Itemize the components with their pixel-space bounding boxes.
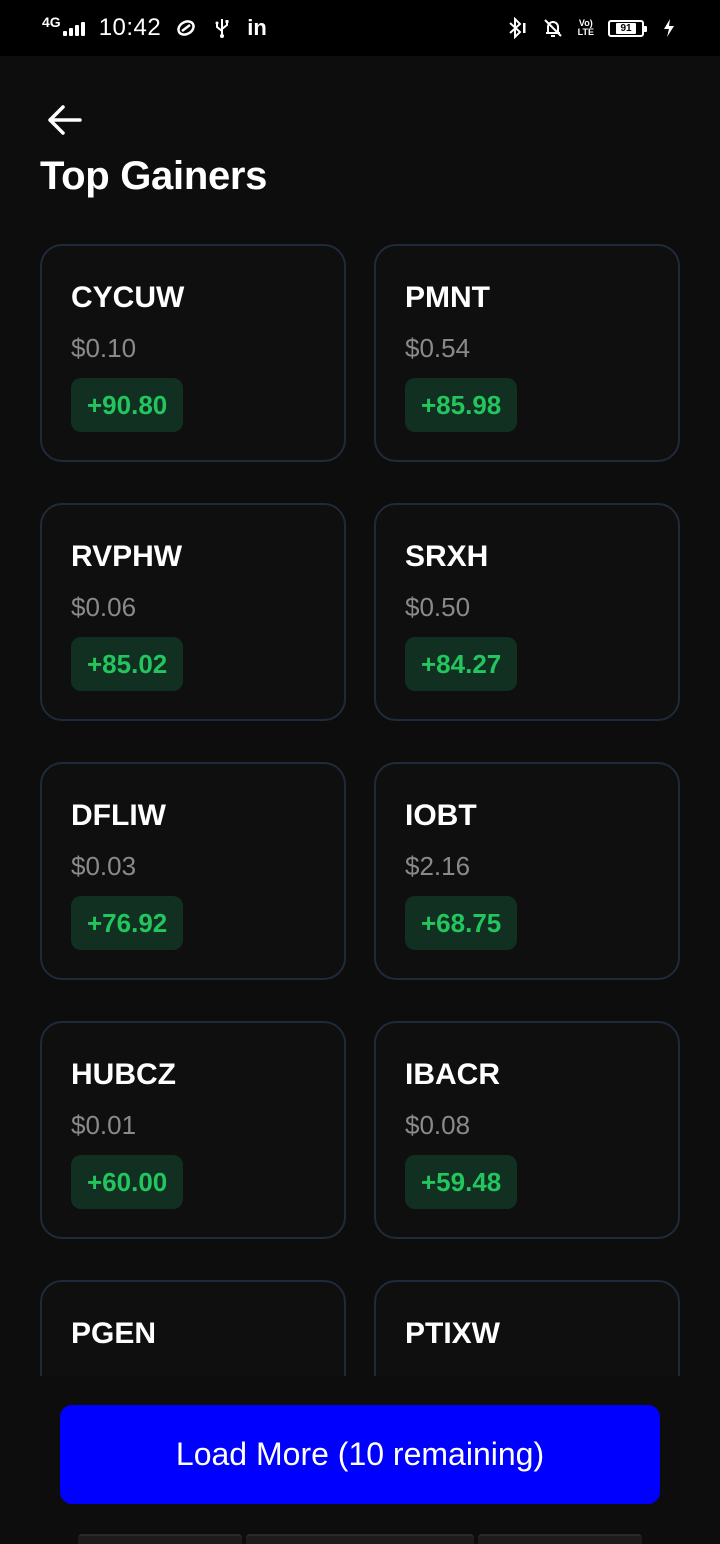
stock-price: $2.16 [405, 851, 471, 881]
change-badge: +60.00 [71, 1155, 184, 1209]
stock-price: $0.54 [405, 333, 471, 363]
stock-card[interactable]: PGEN [40, 1280, 346, 1376]
stock-price: $0.01 [71, 1110, 137, 1140]
stock-symbol: HUBCZ [71, 1058, 176, 1091]
status-bar: 4G 10:42 in Vo) LTE 91 [0, 0, 720, 56]
stock-price [405, 1368, 678, 1376]
arrow-left-icon [48, 105, 82, 135]
stock-symbol: PMNT [405, 281, 490, 314]
usb-icon [211, 17, 233, 39]
signal-icon [62, 20, 85, 36]
stock-card[interactable]: PTIXW [374, 1280, 680, 1376]
change-badge: +59.48 [405, 1155, 518, 1209]
charging-icon [658, 17, 680, 39]
change-badge: +68.75 [405, 896, 518, 950]
stock-price: $0.10 [71, 333, 137, 363]
change-badge: +85.02 [71, 637, 184, 691]
stock-symbol: DFLIW [71, 799, 166, 832]
stock-card[interactable]: SRXH $0.50 +84.27 [374, 503, 680, 721]
battery-level: 91 [616, 22, 636, 34]
stock-symbol: SRXH [405, 540, 489, 573]
change-badge: +84.27 [405, 637, 518, 691]
stock-price: $0.03 [71, 851, 137, 881]
bottom-nav-hint [78, 1534, 642, 1544]
stock-symbol: CYCUW [71, 281, 185, 314]
mute-bell-icon [542, 17, 564, 39]
load-more-button[interactable]: Load More (10 remaining) [60, 1405, 660, 1504]
app-notification-icon [175, 17, 197, 39]
stock-price: $0.06 [71, 592, 137, 622]
change-badge: +90.80 [71, 378, 184, 432]
network-type: 4G [42, 14, 61, 30]
back-button[interactable] [44, 100, 84, 140]
stock-symbol: IOBT [405, 799, 477, 832]
change-badge: +76.92 [71, 896, 184, 950]
volte-icon: Vo) LTE [577, 18, 594, 37]
stock-card[interactable]: RVPHW $0.06 +85.02 [40, 503, 346, 721]
page-title: Top Gainers [40, 154, 268, 198]
clock: 10:42 [98, 14, 162, 41]
stock-card[interactable]: DFLIW $0.03 +76.92 [40, 762, 346, 980]
stock-price [71, 1368, 344, 1376]
stock-card[interactable]: HUBCZ $0.01 +60.00 [40, 1021, 346, 1239]
stock-price: $0.08 [405, 1110, 471, 1140]
stock-card[interactable]: CYCUW $0.10 +90.80 [40, 244, 346, 462]
stock-symbol: PTIXW [405, 1317, 500, 1350]
stock-symbol: RVPHW [71, 540, 183, 573]
stock-card[interactable]: PMNT $0.54 +85.98 [374, 244, 680, 462]
linkedin-icon: in [247, 15, 267, 40]
stock-symbol: PGEN [71, 1317, 157, 1350]
gainers-list[interactable]: CYCUW $0.10 +90.80 PMNT $0.54 +85.98 RVP… [0, 244, 720, 1376]
stock-symbol: IBACR [405, 1058, 500, 1091]
change-badge: +85.98 [405, 378, 518, 432]
stock-card[interactable]: IBACR $0.08 +59.48 [374, 1021, 680, 1239]
bluetooth-icon [506, 17, 528, 39]
stock-card[interactable]: IOBT $2.16 +68.75 [374, 762, 680, 980]
battery-icon: 91 [608, 19, 647, 37]
stock-price: $0.50 [405, 592, 471, 622]
